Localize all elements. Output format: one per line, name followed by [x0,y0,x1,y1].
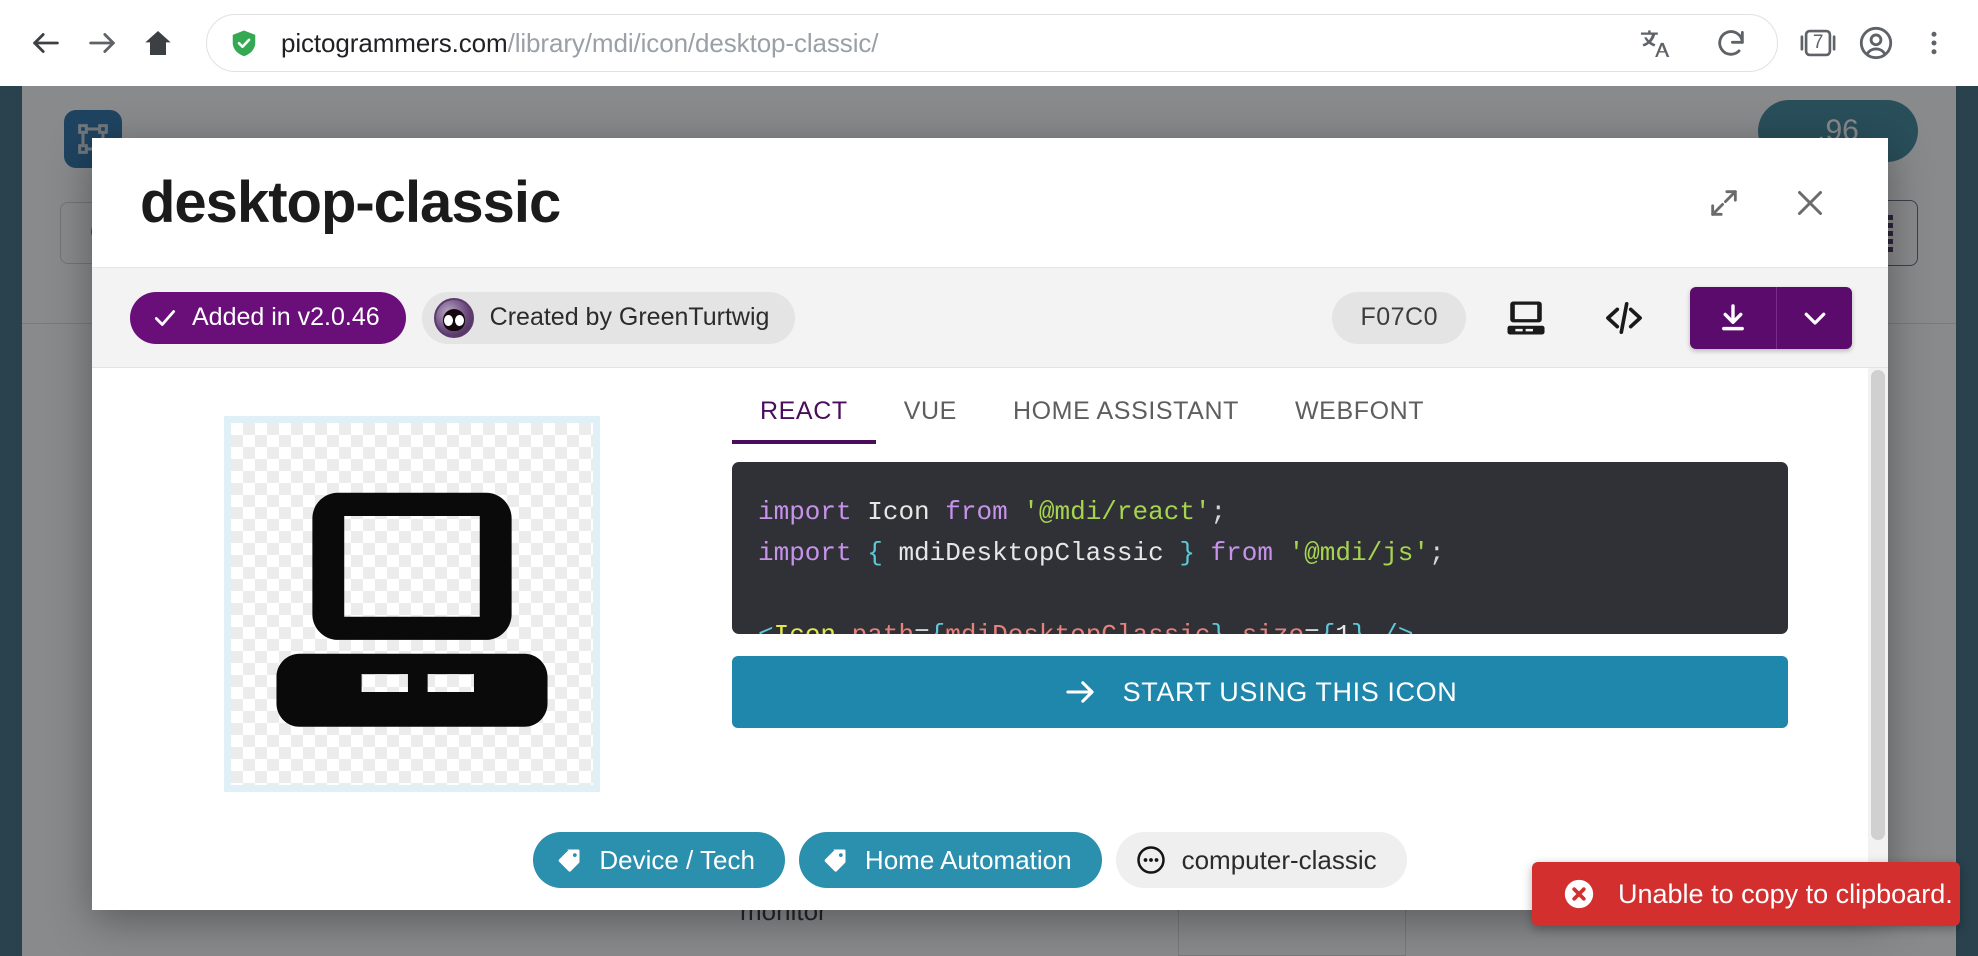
expand-icon[interactable] [1702,181,1746,225]
error-toast-message: Unable to copy to clipboard. [1618,878,1953,909]
chevron-down-icon [1804,312,1825,325]
tag-computer-classic-alias[interactable]: computer-classic [1115,832,1407,888]
arrow-right-icon [89,33,115,53]
page-title: desktop-classic [140,170,561,235]
three-dot-menu-icon[interactable] [1908,17,1960,69]
start-using-icon-button[interactable]: START USING THIS ICON [732,656,1788,728]
close-glyph [1798,190,1822,215]
tag-label: computer-classic [1181,844,1377,875]
author-label: Created by GreenTurtwig [489,303,770,331]
reload-icon[interactable] [1705,17,1757,69]
start-using-icon-label: START USING THIS ICON [1122,676,1458,707]
url-path: /library/mdi/icon/desktop-classic/ [507,27,879,58]
icon-preview-canvas [224,416,600,792]
address-bar[interactable]: pictogrammers.com/library/mdi/icon/deskt… [206,14,1778,72]
tag-icon [821,846,849,874]
modal-header: desktop-classic [92,138,1888,268]
version-added-label: Added in v2.0.46 [192,303,380,331]
check-icon [152,305,178,331]
url-host: pictogrammers.com [281,27,508,58]
home-icon [145,31,171,55]
desktop-preview-icon[interactable] [1488,288,1564,348]
error-toast[interactable]: Unable to copy to clipboard. [1532,862,1960,926]
tag-device-tech[interactable]: Device / Tech [533,832,785,888]
icon-preview-column [92,368,732,910]
modal-scrollbar-thumb[interactable] [1871,370,1885,840]
translate-glyph [1640,30,1670,58]
codepoint-badge[interactable]: F07C0 [1332,291,1466,344]
framework-tabs: REACT VUE HOME ASSISTANT WEBFONT [732,368,1788,444]
back-button[interactable] [18,15,74,71]
author-badge[interactable]: Created by GreenTurtwig [421,291,796,344]
desktop-preview-glyph [1507,301,1545,334]
browser-actions: 7 [1792,17,1960,69]
tab-search-button[interactable]: 7 [1792,17,1844,69]
arrow-right-icon [1063,675,1097,709]
tag-label: Device / Tech [599,844,755,875]
tab-vue[interactable]: VUE [876,397,985,444]
tag-home-automation[interactable]: Home Automation [798,832,1102,888]
tag-icon [555,846,583,874]
download-dropdown-button[interactable] [1776,286,1852,349]
close-icon[interactable] [1788,181,1832,225]
download-button[interactable] [1690,286,1776,349]
modal-action-bar: Added in v2.0.46 Created by GreenTurtwig… [92,268,1888,368]
desktop-classic-icon [276,492,548,727]
home-button[interactable] [130,15,186,71]
alias-dots-icon [1136,845,1166,875]
version-added-badge: Added in v2.0.46 [130,291,406,344]
arrow-left-icon [33,33,59,53]
expand-glyph [1711,189,1737,216]
profile-glyph [1859,26,1893,60]
tab-react[interactable]: REACT [732,397,876,444]
url-text: pictogrammers.com/library/mdi/icon/deskt… [281,28,1609,59]
secure-shield-icon [229,28,259,58]
modal-body: REACT VUE HOME ASSISTANT WEBFONT import … [92,368,1888,910]
modal-scrollbar[interactable] [1868,368,1888,910]
tag-label: Home Automation [864,844,1072,875]
tab-webfont[interactable]: WEBFONT [1267,397,1452,444]
code-glyph [1606,301,1642,334]
tab-home-assistant[interactable]: HOME ASSISTANT [985,397,1267,444]
browser-toolbar: pictogrammers.com/library/mdi/icon/deskt… [0,0,1978,86]
download-icon [1722,303,1744,330]
reload-glyph [1718,30,1744,56]
profile-avatar-icon[interactable] [1850,17,1902,69]
icon-usage-column: REACT VUE HOME ASSISTANT WEBFONT import … [732,368,1888,910]
download-button-group [1690,286,1852,349]
menu-glyph [1931,31,1937,55]
icon-detail-modal: desktop-classic Added in v2.0.46 Created… [92,138,1888,910]
author-avatar [433,297,474,338]
code-brackets-icon[interactable] [1586,288,1662,348]
forward-button[interactable] [74,15,130,71]
tab-count-label: 7 [1812,32,1824,53]
error-circle-icon [1562,877,1596,911]
code-snippet[interactable]: import Icon from '@mdi/react'; import { … [732,462,1788,634]
translate-icon[interactable] [1627,17,1679,69]
